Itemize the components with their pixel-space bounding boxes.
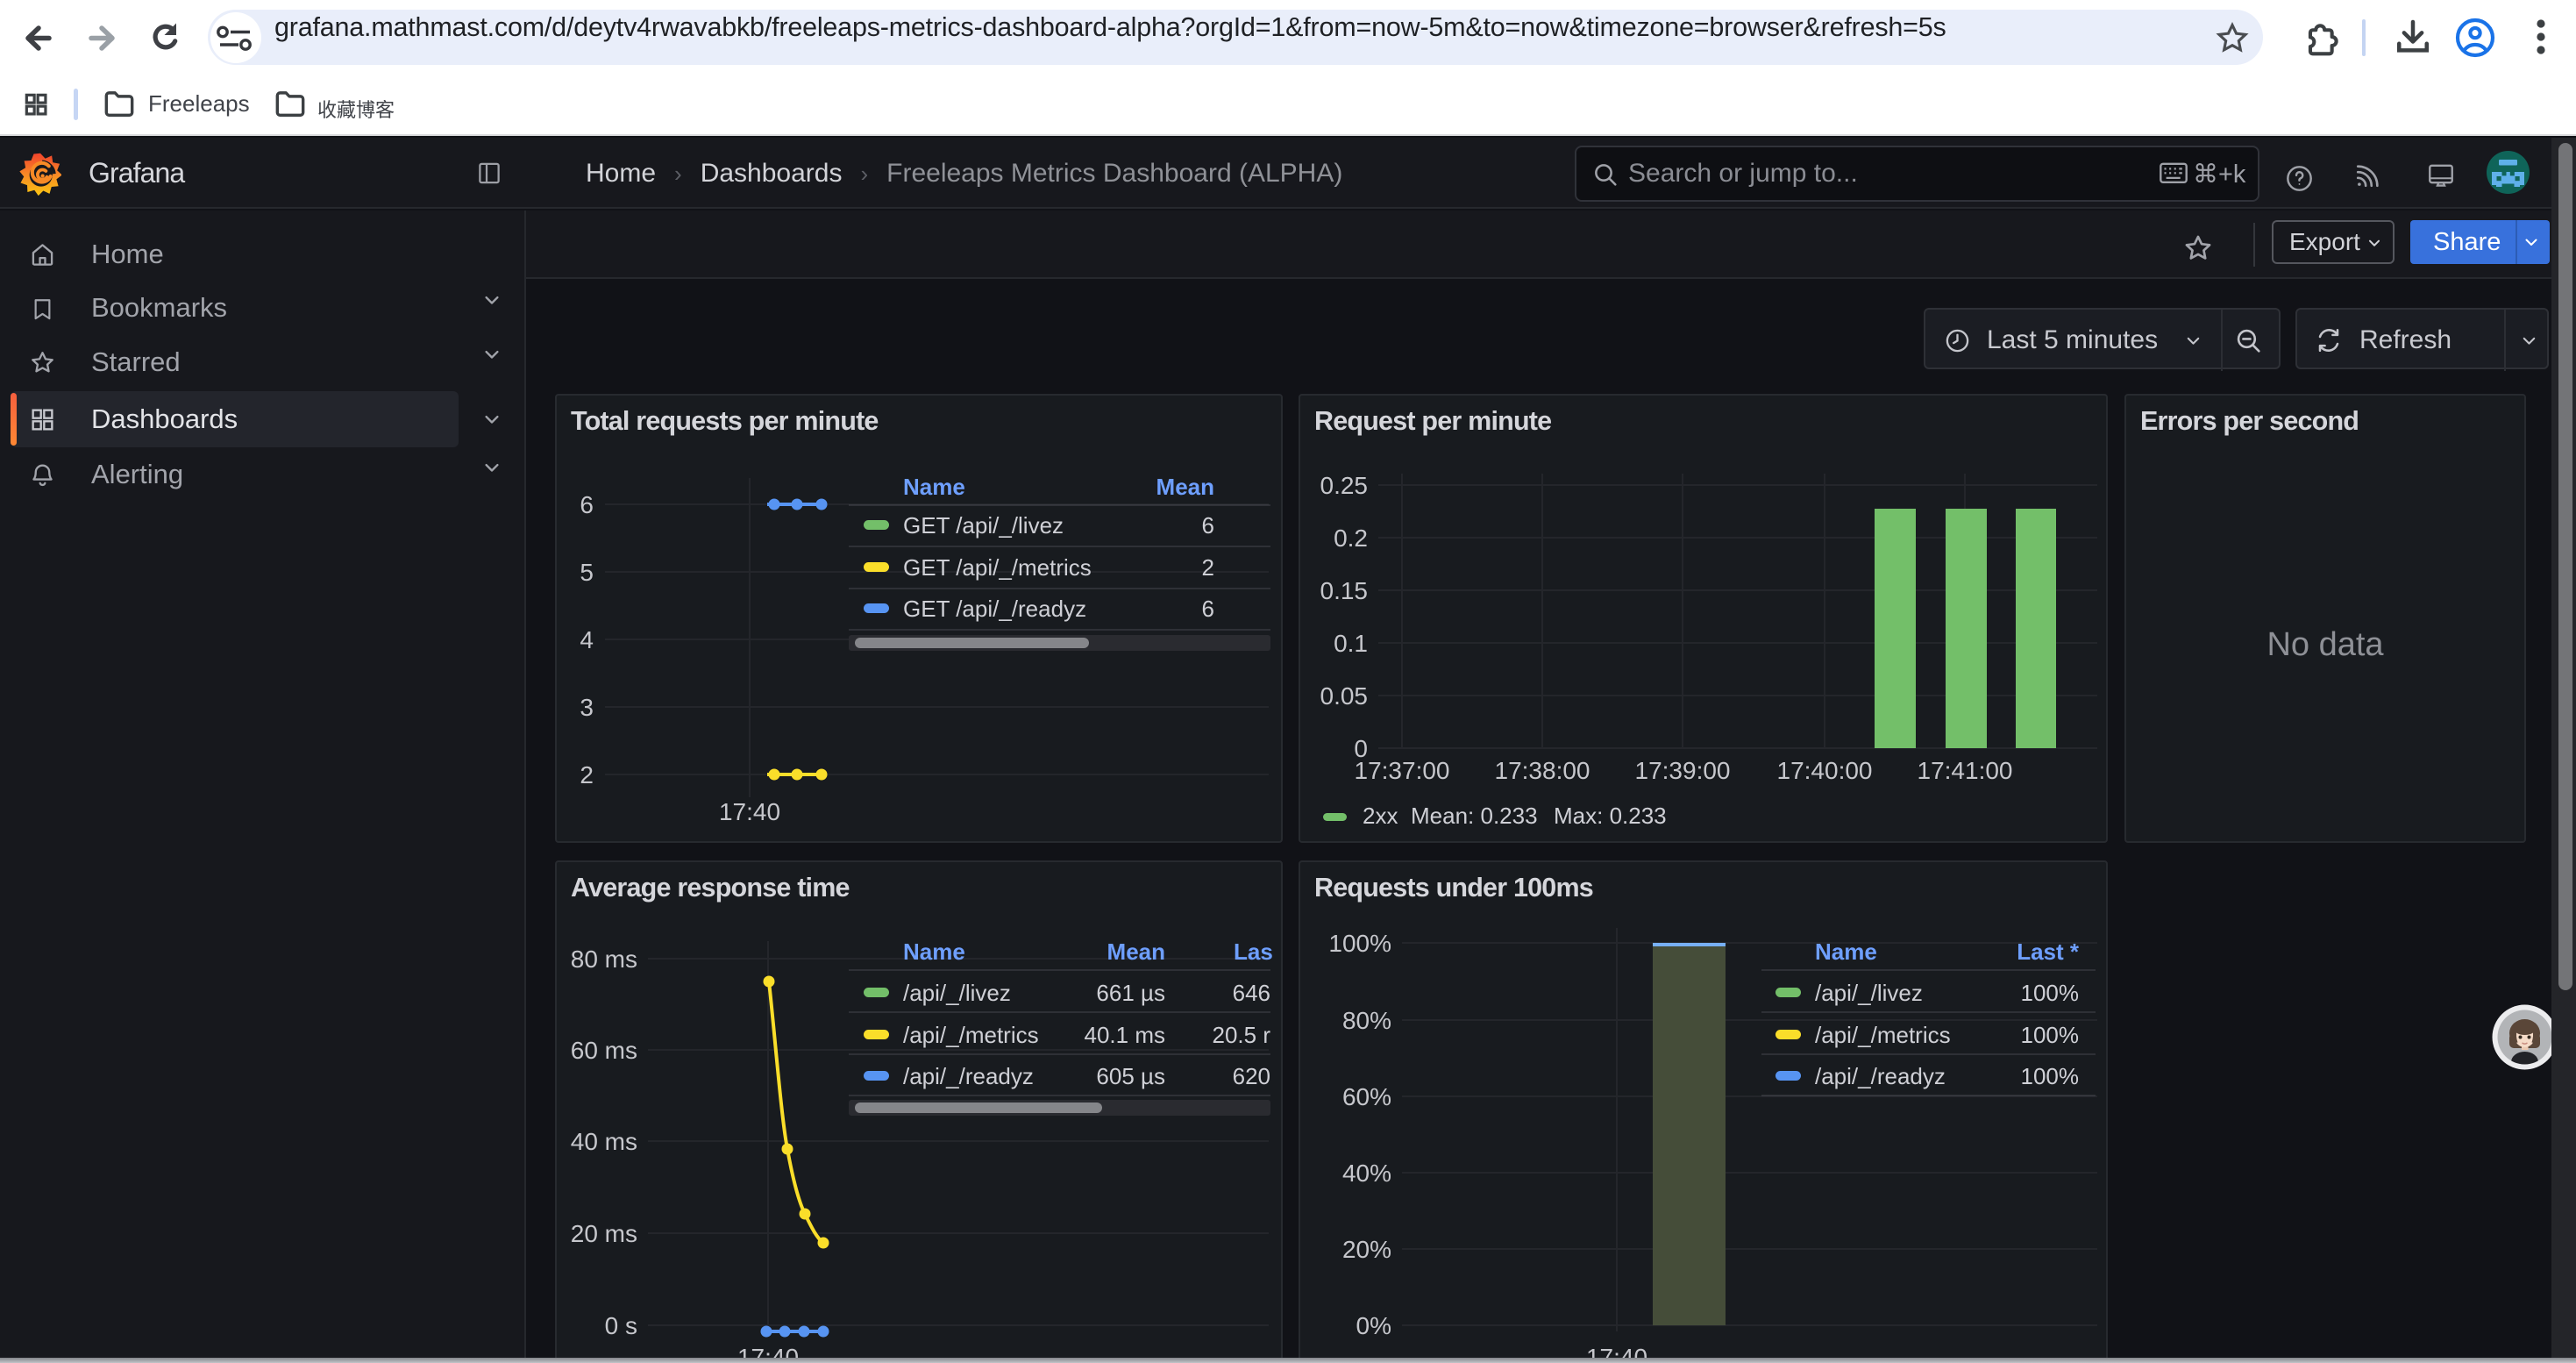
svg-text:6: 6 bbox=[580, 491, 594, 518]
svg-text:4: 4 bbox=[580, 626, 594, 653]
svg-text:Mean: 0.233: Mean: 0.233 bbox=[1411, 803, 1538, 829]
svg-text:0.1: 0.1 bbox=[1334, 630, 1368, 657]
svg-text:17:39:00: 17:39:00 bbox=[1635, 757, 1731, 784]
svg-text:17:40:00: 17:40:00 bbox=[1777, 757, 1873, 784]
svg-text:2: 2 bbox=[580, 761, 594, 789]
svg-text:0 s: 0 s bbox=[605, 1312, 637, 1339]
svg-text:17:37:00: 17:37:00 bbox=[1355, 757, 1450, 784]
svg-text:17:38:00: 17:38:00 bbox=[1495, 757, 1590, 784]
svg-text:0.2: 0.2 bbox=[1334, 525, 1368, 552]
svg-text:Max: 0.233: Max: 0.233 bbox=[1554, 803, 1667, 829]
svg-text:20%: 20% bbox=[1342, 1236, 1391, 1263]
svg-text:17:41:00: 17:41:00 bbox=[1918, 757, 2013, 784]
svg-text:17:40: 17:40 bbox=[719, 798, 780, 825]
svg-text:40 ms: 40 ms bbox=[571, 1128, 637, 1155]
svg-text:60 ms: 60 ms bbox=[571, 1037, 637, 1064]
svg-text:0%: 0% bbox=[1356, 1312, 1391, 1339]
svg-text:60%: 60% bbox=[1342, 1083, 1391, 1110]
svg-text:0.25: 0.25 bbox=[1320, 472, 1369, 499]
svg-text:0.05: 0.05 bbox=[1320, 682, 1369, 710]
svg-text:5: 5 bbox=[580, 559, 594, 586]
svg-text:100%: 100% bbox=[1328, 930, 1391, 957]
svg-text:20 ms: 20 ms bbox=[571, 1220, 637, 1247]
svg-text:80%: 80% bbox=[1342, 1007, 1391, 1034]
svg-text:0.15: 0.15 bbox=[1320, 577, 1369, 604]
svg-text:2xx: 2xx bbox=[1363, 803, 1398, 829]
svg-text:40%: 40% bbox=[1342, 1160, 1391, 1187]
svg-text:3: 3 bbox=[580, 694, 594, 721]
svg-text:80 ms: 80 ms bbox=[571, 946, 637, 973]
